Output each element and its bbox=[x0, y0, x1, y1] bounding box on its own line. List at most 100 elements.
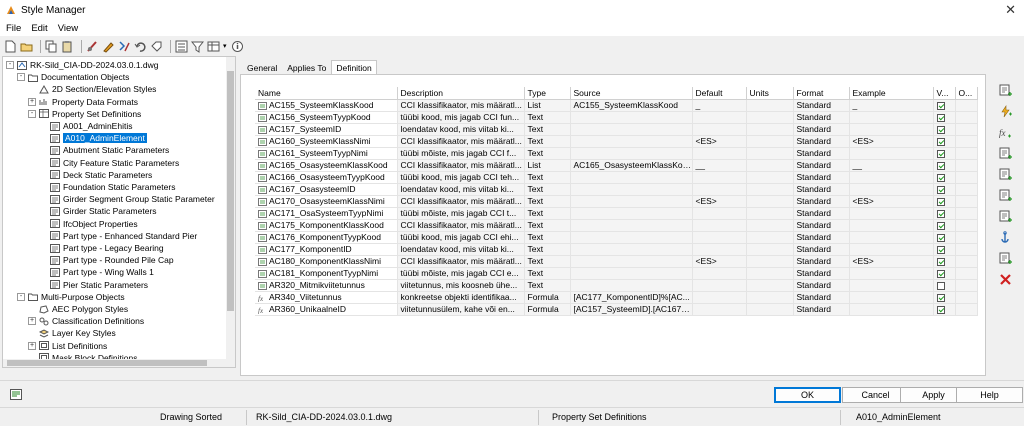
cell-example[interactable] bbox=[849, 243, 934, 256]
cell-default[interactable] bbox=[692, 183, 747, 196]
cell-units[interactable] bbox=[746, 231, 794, 244]
paste-icon[interactable] bbox=[61, 40, 74, 53]
cell-source[interactable] bbox=[570, 123, 693, 136]
cell-type[interactable]: Text bbox=[524, 267, 571, 280]
table-row[interactable]: AC176_KomponentTyypKood tüübi kood, mis j… bbox=[255, 231, 978, 244]
tree-item[interactable]: A001_AdminEhitis bbox=[39, 120, 132, 132]
table-row[interactable]: AR320_Mitmikviitetunnus viitetunnus, mis … bbox=[255, 279, 978, 292]
cell-name[interactable]: AR320_Mitmikviitetunnus bbox=[255, 279, 398, 292]
visible-checkbox[interactable] bbox=[936, 173, 945, 182]
table-row[interactable]: AC181_KomponentTyypNimi tüübi mõiste, mis… bbox=[255, 267, 978, 280]
column-header-default[interactable]: Default bbox=[692, 87, 747, 100]
cell-type[interactable]: List bbox=[524, 99, 571, 112]
table-row[interactable]: fx AR340_Viitetunnus konkreetse objekti id… bbox=[255, 291, 978, 304]
chevron-down-icon[interactable]: ▾ bbox=[223, 42, 227, 50]
cell-default[interactable] bbox=[692, 147, 747, 160]
set-from-icon[interactable] bbox=[118, 40, 131, 53]
cell-example[interactable] bbox=[849, 267, 934, 280]
undo-icon[interactable] bbox=[134, 40, 147, 53]
table-row[interactable]: AC165_OsasysteemKlassKood CCI klassifikaa… bbox=[255, 159, 978, 172]
cell-format[interactable]: Standard bbox=[793, 291, 850, 304]
table-row[interactable]: AC160_SysteemKlassNimi CCI klassifikaator… bbox=[255, 135, 978, 148]
cell-name[interactable]: AC176_KomponentTyypKood bbox=[255, 231, 398, 244]
tree-item[interactable]: - Multi-Purpose Objects bbox=[17, 291, 125, 303]
cell-description[interactable]: CCI klassifikaator, mis määratl... bbox=[397, 219, 525, 232]
add-project-property-icon[interactable] bbox=[999, 210, 1012, 223]
cell-order[interactable] bbox=[955, 183, 978, 196]
cell-type[interactable]: Text bbox=[524, 279, 571, 292]
cell-example[interactable] bbox=[849, 207, 934, 220]
cell-source[interactable]: AC165_OsasysteemKlassKood bbox=[570, 159, 693, 172]
purge-icon[interactable] bbox=[86, 40, 99, 53]
cell-source[interactable] bbox=[570, 255, 693, 268]
cell-description[interactable]: CCI klassifikaator, mis määratl... bbox=[397, 195, 525, 208]
cell-default[interactable] bbox=[692, 267, 747, 280]
cell-example[interactable] bbox=[849, 123, 934, 136]
cell-default[interactable]: <ES> bbox=[692, 195, 747, 208]
visible-checkbox[interactable] bbox=[936, 257, 945, 266]
column-header-example[interactable]: Example bbox=[849, 87, 934, 100]
cell-description[interactable]: loendatav kood, mis viitab ki... bbox=[397, 183, 525, 196]
cell-order[interactable] bbox=[955, 135, 978, 148]
cell-example[interactable]: <ES> bbox=[849, 135, 934, 148]
cell-format[interactable]: Standard bbox=[793, 231, 850, 244]
cell-units[interactable] bbox=[746, 291, 794, 304]
cell-type[interactable]: Text bbox=[524, 147, 571, 160]
tree-item[interactable]: Girder Static Parameters bbox=[39, 205, 157, 217]
cell-name[interactable]: AC166_OsasysteemTyypKood bbox=[255, 171, 398, 184]
table-row[interactable]: AC175_KomponentKlassKood CCI klassifikaat… bbox=[255, 219, 978, 232]
scroll-thumb[interactable] bbox=[7, 360, 207, 366]
cell-name[interactable]: AC171_OsaSysteemTyypNimi bbox=[255, 207, 398, 220]
cell-description[interactable]: CCI klassifikaator, mis määratl... bbox=[397, 255, 525, 268]
cell-type[interactable]: Text bbox=[524, 123, 571, 136]
help-button[interactable]: Help bbox=[956, 387, 1023, 403]
cell-default[interactable] bbox=[692, 303, 747, 316]
column-header-visible[interactable]: V... bbox=[933, 87, 956, 100]
cell-source[interactable]: [AC157_SysteemID].[AC167_... bbox=[570, 303, 693, 316]
cell-format[interactable]: Standard bbox=[793, 159, 850, 172]
cell-default[interactable] bbox=[692, 207, 747, 220]
column-header-format[interactable]: Format bbox=[793, 87, 850, 100]
cell-units[interactable] bbox=[746, 279, 794, 292]
cell-source[interactable] bbox=[570, 231, 693, 244]
visible-checkbox[interactable] bbox=[936, 245, 945, 254]
visible-checkbox[interactable] bbox=[936, 185, 945, 194]
add-classification-property-icon[interactable] bbox=[999, 168, 1012, 181]
cell-source[interactable] bbox=[570, 267, 693, 280]
cell-type[interactable]: Text bbox=[524, 207, 571, 220]
cell-description[interactable]: tüübi mõiste, mis jagab CCI f... bbox=[397, 147, 525, 160]
cell-description[interactable]: loendatav kood, mis viitab ki... bbox=[397, 123, 525, 136]
close-icon[interactable]: ✕ bbox=[1005, 2, 1016, 18]
table-row[interactable]: AC170_OsasysteemKlassNimi CCI klassifikaa… bbox=[255, 195, 978, 208]
expand-icon[interactable]: + bbox=[28, 317, 36, 326]
cell-units[interactable] bbox=[746, 267, 794, 280]
style-list-icon[interactable] bbox=[175, 40, 188, 53]
table-row[interactable]: AC166_OsasysteemTyypKood tüübi kood, mis … bbox=[255, 171, 978, 184]
cell-type[interactable]: Formula bbox=[524, 303, 571, 316]
add-graphic-property-icon[interactable] bbox=[999, 147, 1012, 160]
cell-order[interactable] bbox=[955, 231, 978, 244]
table-row[interactable]: fx AR360_UnikaalneID viitetunnusülem, kahe… bbox=[255, 303, 978, 316]
visible-checkbox[interactable] bbox=[936, 125, 945, 134]
cell-type[interactable]: List bbox=[524, 159, 571, 172]
column-header-source[interactable]: Source bbox=[570, 87, 693, 100]
cell-example[interactable]: <ES> bbox=[849, 195, 934, 208]
tree-item[interactable]: - Documentation Objects bbox=[17, 71, 129, 83]
tree-item[interactable]: 2D Section/Elevation Styles bbox=[28, 83, 156, 95]
tree-item[interactable]: Girder Segment Group Static Parameter bbox=[39, 193, 215, 205]
visible-checkbox[interactable] bbox=[936, 101, 945, 110]
cell-example[interactable] bbox=[849, 147, 934, 160]
menu-edit[interactable]: Edit bbox=[31, 23, 47, 34]
tree-item[interactable]: + Classification Definitions bbox=[28, 315, 144, 327]
expand-icon[interactable]: + bbox=[28, 97, 36, 106]
menu-file[interactable]: File bbox=[6, 23, 21, 34]
cell-description[interactable]: CCI klassifikaator, mis määratl... bbox=[397, 135, 525, 148]
cell-name[interactable]: AC181_KomponentTyypNimi bbox=[255, 267, 398, 280]
cell-type[interactable]: Text bbox=[524, 195, 571, 208]
tree-horizontal-scrollbar[interactable] bbox=[3, 359, 228, 367]
table-row[interactable]: AC177_KomponentID loendatav kood, mis vii… bbox=[255, 243, 978, 256]
cell-name[interactable]: AC156_SysteemTyypKood bbox=[255, 111, 398, 124]
tree-vertical-scrollbar[interactable] bbox=[226, 57, 235, 367]
tree-item[interactable]: Part type - Rounded Pile Cap bbox=[39, 254, 174, 266]
cell-description[interactable]: viitetunnus, mis koosneb ühe... bbox=[397, 279, 525, 292]
